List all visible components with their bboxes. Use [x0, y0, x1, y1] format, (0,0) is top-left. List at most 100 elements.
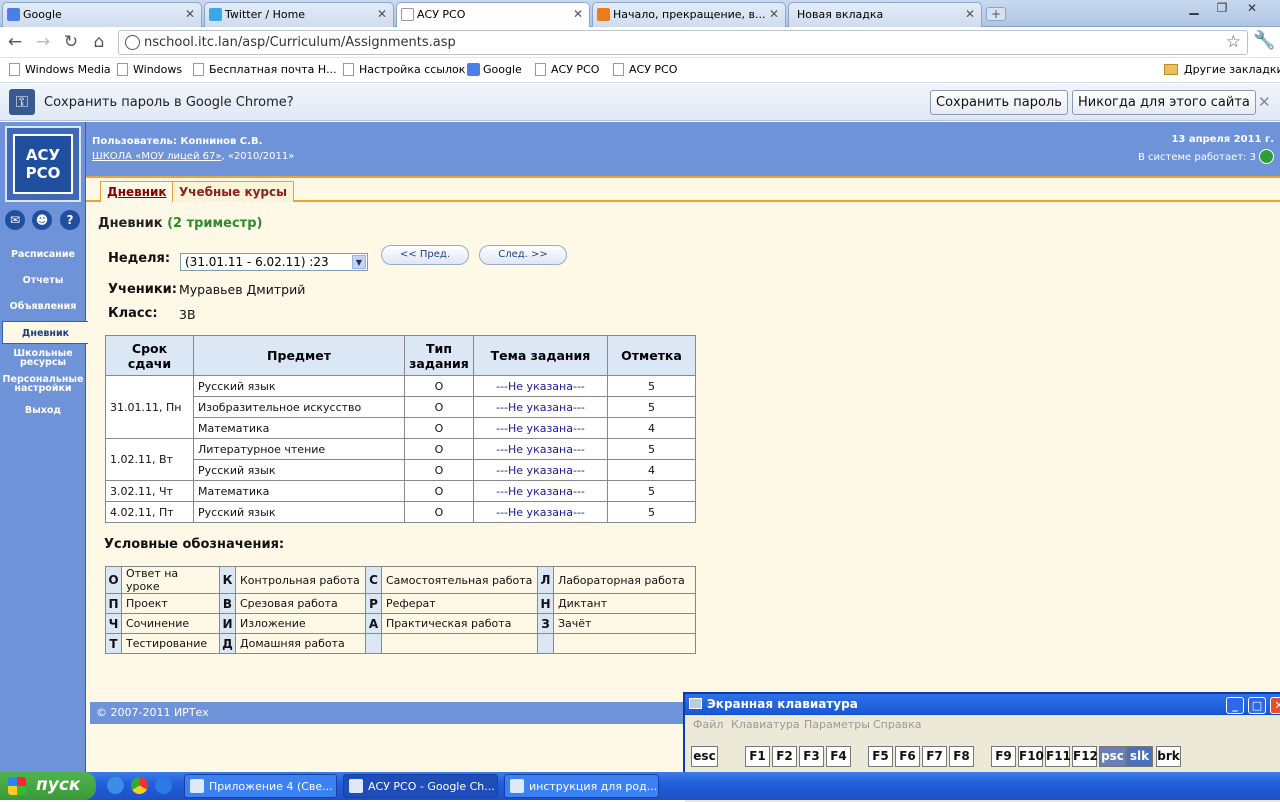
bookmark-google[interactable]: Google	[467, 63, 522, 76]
legend-description: Лабораторная работа	[553, 566, 696, 594]
bookmark-asu-rso-1[interactable]: АСУ РСО	[535, 63, 599, 76]
nav-school-resources[interactable]: Школьные ресурсы	[0, 349, 86, 368]
wrench-icon[interactable]: 🔧	[1253, 30, 1275, 51]
close-tab-icon[interactable]: ✕	[185, 7, 195, 21]
osk-key-F1[interactable]: F1	[745, 746, 770, 767]
nav-reports[interactable]: Отчеты	[0, 276, 86, 286]
back-button[interactable]: ←	[4, 31, 26, 53]
task-app4[interactable]: Приложение 4 (Све...	[184, 774, 337, 798]
osk-menu-params[interactable]: Параметры	[804, 718, 870, 731]
osk-key-slk[interactable]: slk	[1126, 746, 1153, 767]
users-icon[interactable]: ☻	[32, 210, 52, 230]
osk-key-F9[interactable]: F9	[991, 746, 1016, 767]
osk-key-F7[interactable]: F7	[922, 746, 947, 767]
topic-link[interactable]: ---Не указана---	[496, 485, 585, 498]
topic-link[interactable]: ---Не указана---	[496, 506, 585, 519]
osk-key-brk[interactable]: brk	[1156, 746, 1181, 767]
bookmark-asu-rso-2[interactable]: АСУ РСО	[613, 63, 677, 76]
mail-icon[interactable]: ✉	[5, 210, 25, 230]
reload-button[interactable]: ↻	[60, 31, 82, 53]
restore-icon[interactable]: ❐	[1210, 1, 1234, 17]
nav-personal-settings[interactable]: Персональные настройки	[0, 375, 86, 394]
star-icon[interactable]: ☆	[1226, 32, 1241, 52]
osk-menu-keyboard[interactable]: Клавиатура	[731, 718, 800, 731]
class-label: Класс:	[108, 306, 158, 321]
legend-description: Тестирование	[121, 633, 220, 654]
minimize-icon[interactable]: _	[1226, 697, 1244, 714]
forward-button[interactable]: →	[32, 31, 54, 53]
osk-key-F12[interactable]: F12	[1072, 746, 1098, 767]
task-chrome[interactable]: АСУ РСО - Google Ch...	[343, 774, 498, 798]
bookmark-windows[interactable]: Windows	[117, 63, 182, 76]
help-icon[interactable]: ?	[60, 210, 80, 230]
osk-key-F6[interactable]: F6	[895, 746, 920, 767]
topic-cell: ---Не указана---	[473, 396, 608, 418]
chevron-down-icon[interactable]: ▼	[352, 255, 366, 269]
osk-key-psc[interactable]: psc	[1099, 746, 1126, 767]
bookmark-windows-media[interactable]: Windows Media	[9, 63, 111, 76]
osk-key-F3[interactable]: F3	[799, 746, 824, 767]
browser-tab-start[interactable]: Начало, прекращение, в... ✕	[592, 2, 786, 27]
other-bookmarks[interactable]: Другие закладки	[1164, 63, 1280, 76]
new-tab-button[interactable]: +	[986, 7, 1006, 21]
maximize-icon[interactable]: □	[1248, 697, 1266, 714]
never-save-button[interactable]: Никогда для этого сайта	[1072, 90, 1256, 115]
topic-link[interactable]: ---Не указана---	[496, 464, 585, 477]
osk-menu-file[interactable]: Файл	[693, 718, 723, 731]
close-window-icon[interactable]: ✕	[1240, 1, 1264, 17]
osk-key-F4[interactable]: F4	[826, 746, 851, 767]
osk-key-esc[interactable]: esc	[691, 746, 718, 767]
topic-link[interactable]: ---Не указана---	[496, 401, 585, 414]
tab-courses[interactable]: Учебные курсы	[172, 181, 294, 202]
home-button[interactable]: ⌂	[88, 31, 110, 53]
page-footer: © 2007-2011 ИРТех	[90, 702, 690, 724]
topic-link[interactable]: ---Не указана---	[496, 422, 585, 435]
prev-week-button[interactable]: << Пред.	[381, 245, 469, 265]
next-week-button[interactable]: След. >>	[479, 245, 567, 265]
close-tab-icon[interactable]: ✕	[769, 7, 779, 21]
topic-link[interactable]: ---Не указана---	[496, 443, 585, 456]
ie-icon[interactable]	[155, 777, 172, 794]
close-icon[interactable]: ✕	[1270, 697, 1280, 714]
close-tab-icon[interactable]: ✕	[573, 7, 583, 21]
bookmark-link-settings[interactable]: Настройка ссылок	[343, 63, 465, 76]
osk-key-F2[interactable]: F2	[772, 746, 797, 767]
browser-tab-asu-rso[interactable]: АСУ РСО ✕	[396, 2, 590, 28]
osk-key-F8[interactable]: F8	[949, 746, 974, 767]
legend-code: А	[365, 613, 382, 634]
page-icon	[193, 63, 204, 76]
osk-key-F10[interactable]: F10	[1018, 746, 1044, 767]
legend-code: К	[219, 566, 236, 594]
nav-diary[interactable]: Дневник	[2, 321, 88, 344]
osk-menu-help[interactable]: Справка	[873, 718, 921, 731]
mark-cell: 5	[607, 375, 696, 397]
nav-schedule[interactable]: Расписание	[0, 250, 86, 260]
topic-link[interactable]: ---Не указана---	[496, 380, 585, 393]
osk-key-F11[interactable]: F11	[1045, 746, 1071, 767]
topic-cell: ---Не указана---	[473, 501, 608, 523]
close-tab-icon[interactable]: ✕	[965, 7, 975, 21]
chrome-icon[interactable]	[131, 777, 148, 794]
minimize-icon[interactable]: ▁	[1182, 1, 1206, 17]
subject-cell: Математика	[193, 417, 405, 439]
tab-diary[interactable]: Дневник	[100, 181, 174, 202]
bookmark-free-mail[interactable]: Бесплатная почта Н...	[193, 63, 337, 76]
browser-tab-twitter[interactable]: Twitter / Home ✕	[204, 2, 394, 27]
refresh-icon[interactable]	[1259, 149, 1274, 164]
school-link[interactable]: ШКОЛА «МОУ лицей 67»	[92, 151, 221, 162]
start-button[interactable]: пуск	[0, 772, 96, 800]
task-instruction[interactable]: инструкция для род...	[504, 774, 659, 798]
osk-key-F5[interactable]: F5	[868, 746, 893, 767]
desktop-icon[interactable]	[107, 777, 124, 794]
save-password-button[interactable]: Сохранить пароль	[930, 90, 1068, 115]
close-tab-icon[interactable]: ✕	[377, 7, 387, 21]
url-text[interactable]: nschool.itc.lan/asp/Curriculum/Assignmen…	[144, 35, 456, 50]
browser-tab-google[interactable]: Google ✕	[2, 2, 202, 27]
asu-rso-logo[interactable]: АСУ РСО	[5, 126, 81, 202]
address-bar[interactable]: nschool.itc.lan/asp/Curriculum/Assignmen…	[118, 30, 1248, 55]
close-icon[interactable]: ✕	[1258, 93, 1271, 111]
browser-tab-new[interactable]: Новая вкладка ✕	[788, 2, 982, 27]
week-select[interactable]: (31.01.11 - 6.02.11) :23 ▼	[180, 253, 368, 271]
nav-announcements[interactable]: Объявления	[0, 302, 86, 312]
nav-exit[interactable]: Выход	[0, 406, 86, 416]
